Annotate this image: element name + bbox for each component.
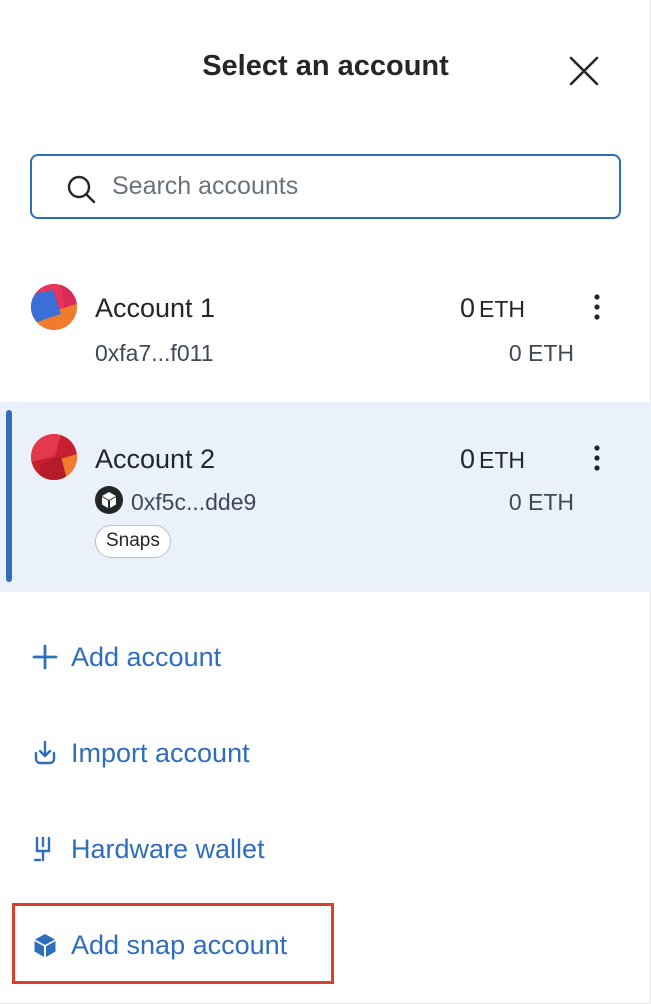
account-item-1[interactable]: Account 1 0 ETH 0xfa7...f011 0 ETH bbox=[0, 262, 651, 394]
account-selector-modal: Select an account Account 1 0ETH bbox=[0, 0, 651, 1004]
modal-header: Select an account bbox=[0, 36, 651, 98]
search-field[interactable] bbox=[30, 154, 621, 219]
import-account-label: Import account bbox=[71, 737, 250, 768]
hardware-wallet-icon bbox=[33, 836, 51, 862]
import-icon bbox=[34, 740, 56, 765]
add-account-button[interactable]: Add account bbox=[31, 632, 221, 682]
search-icon bbox=[67, 175, 96, 204]
account-name: Account 2 bbox=[95, 444, 216, 474]
account-balance: 0 ETH bbox=[460, 444, 525, 475]
close-button[interactable] bbox=[563, 50, 605, 92]
account-address: 0xfa7...f011 bbox=[95, 340, 214, 366]
snap-badge-icon bbox=[95, 486, 123, 514]
account-fiat-balance: 0 ETH bbox=[508, 340, 574, 366]
plus-icon bbox=[32, 644, 58, 670]
balance-value: 0 bbox=[459, 444, 475, 474]
annotation-highlight-box bbox=[12, 903, 334, 984]
import-account-button[interactable]: Import account bbox=[31, 728, 250, 778]
balance-unit: ETH bbox=[479, 296, 525, 322]
add-account-label: Add account bbox=[71, 641, 222, 672]
account-balance: 0 ETH bbox=[460, 293, 525, 324]
more-vertical-icon bbox=[594, 294, 600, 320]
hardware-wallet-button[interactable]: Hardware wallet bbox=[31, 824, 265, 874]
balance-value: 0 bbox=[459, 293, 475, 323]
selected-indicator bbox=[6, 410, 12, 582]
snaps-tag: Snaps bbox=[95, 525, 171, 558]
search-input[interactable] bbox=[112, 164, 602, 209]
close-icon bbox=[569, 56, 599, 86]
account-name: Account 1 bbox=[95, 293, 216, 323]
account-options-button[interactable] bbox=[585, 443, 609, 473]
modal-title: Select an account bbox=[202, 50, 449, 82]
hardware-wallet-label: Hardware wallet bbox=[71, 833, 265, 864]
account-item-2[interactable]: Account 2 0 ETH 0xf5c...dde9 0 ETH Snaps bbox=[0, 402, 651, 592]
account-options-button[interactable] bbox=[585, 292, 609, 322]
balance-unit: ETH bbox=[479, 447, 525, 473]
account-fiat-balance: 0 ETH bbox=[508, 489, 574, 515]
account-avatar bbox=[31, 434, 77, 480]
account-avatar bbox=[31, 284, 77, 330]
account-address: 0xf5c...dde9 bbox=[131, 489, 257, 515]
more-vertical-icon bbox=[594, 445, 600, 471]
